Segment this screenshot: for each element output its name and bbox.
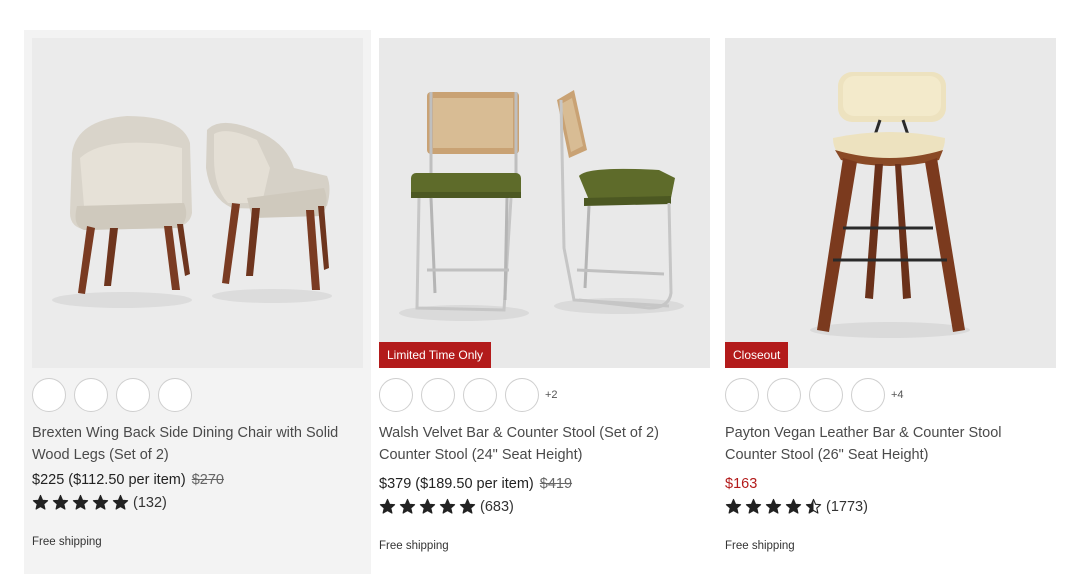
color-swatch[interactable] xyxy=(725,378,759,412)
color-swatches: +2 xyxy=(379,378,558,412)
product-image-bar-stools[interactable]: Limited Time Only xyxy=(379,38,710,368)
product-name-link[interactable]: Brexten Wing Back Side Dining Chair with… xyxy=(32,422,362,466)
shipping-label: Free shipping xyxy=(32,536,102,548)
star-icon xyxy=(439,498,456,515)
review-count: (683) xyxy=(480,498,514,515)
product-name-link[interactable]: Walsh Velvet Bar & Counter Stool (Set of… xyxy=(379,422,709,466)
promo-badge: Closeout xyxy=(725,342,789,368)
star-icon xyxy=(72,494,89,511)
color-swatch[interactable] xyxy=(379,378,413,412)
star-icon xyxy=(399,498,416,515)
product-card-1[interactable]: Brexten Wing Back Side Dining Chair with… xyxy=(24,30,371,574)
color-swatch[interactable] xyxy=(74,378,108,412)
star-rating xyxy=(725,498,822,515)
more-colors-count[interactable]: +2 xyxy=(545,389,558,401)
shipping-label: Free shipping xyxy=(725,540,795,552)
review-count: (1773) xyxy=(826,498,868,515)
more-colors-count[interactable]: +4 xyxy=(891,389,904,401)
color-swatches xyxy=(32,378,192,412)
color-swatch[interactable] xyxy=(463,378,497,412)
product-image-dining-chairs[interactable] xyxy=(32,38,363,368)
star-icon xyxy=(765,498,782,515)
product-image-leather-stool[interactable]: Closeout xyxy=(725,38,1056,368)
star-icon xyxy=(419,498,436,515)
color-swatch[interactable] xyxy=(421,378,455,412)
product-card-3[interactable]: Closeout +4 Payton Vegan Leather Bar & C… xyxy=(717,30,1064,574)
star-icon xyxy=(32,494,49,511)
color-swatch[interactable] xyxy=(809,378,843,412)
color-swatch[interactable] xyxy=(767,378,801,412)
current-price: $379 ($189.50 per item) xyxy=(379,476,534,492)
product-price: $225 ($112.50 per item) $270 xyxy=(32,472,224,488)
product-rating[interactable]: (1773) xyxy=(725,498,868,515)
original-price: $419 xyxy=(539,476,573,492)
current-price: $225 ($112.50 per item) xyxy=(32,472,186,488)
product-rating[interactable]: (683) xyxy=(379,498,514,515)
star-icon xyxy=(459,498,476,515)
review-count: (132) xyxy=(133,494,167,511)
color-swatch[interactable] xyxy=(116,378,150,412)
product-rating[interactable]: (132) xyxy=(32,494,167,511)
color-swatch[interactable] xyxy=(505,378,539,412)
shipping-label: Free shipping xyxy=(379,540,449,552)
star-icon xyxy=(725,498,742,515)
color-swatch[interactable] xyxy=(158,378,192,412)
star-icon xyxy=(745,498,762,515)
star-icon xyxy=(805,498,822,515)
product-price: $163 xyxy=(725,476,757,492)
color-swatch[interactable] xyxy=(32,378,66,412)
star-icon xyxy=(785,498,802,515)
current-price: $163 xyxy=(725,476,758,492)
star-rating xyxy=(32,494,129,511)
color-swatches: +4 xyxy=(725,378,904,412)
star-icon xyxy=(52,494,69,511)
original-price: $270 xyxy=(191,472,224,488)
product-price: $379 ($189.50 per item) $419 xyxy=(379,476,572,492)
color-swatch[interactable] xyxy=(851,378,885,412)
star-icon xyxy=(92,494,109,511)
star-icon xyxy=(379,498,396,515)
star-icon xyxy=(112,494,129,511)
star-rating xyxy=(379,498,476,515)
product-card-2[interactable]: Limited Time Only +2 Walsh Velvet Bar & … xyxy=(371,30,718,574)
promo-badge: Limited Time Only xyxy=(379,342,492,368)
product-name-link[interactable]: Payton Vegan Leather Bar & Counter Stool… xyxy=(725,422,1055,466)
